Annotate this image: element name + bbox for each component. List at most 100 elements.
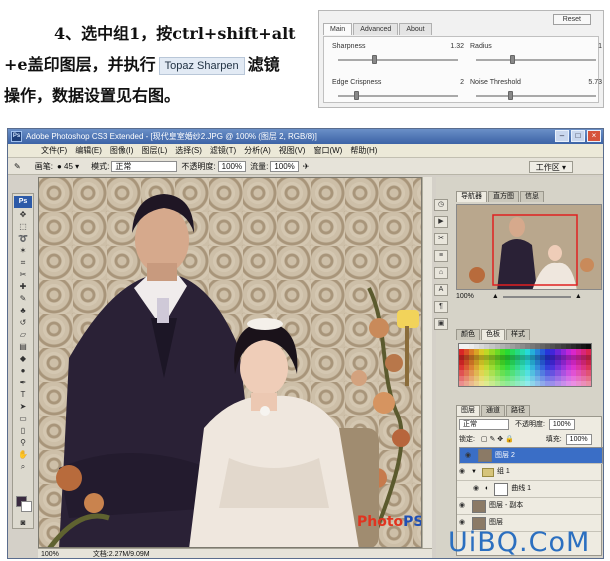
status-zoom[interactable]: 100% bbox=[41, 551, 59, 558]
brush-preset-picker[interactable]: ● 45 ▾ bbox=[57, 162, 79, 171]
tab-channels[interactable]: 通道 bbox=[481, 405, 505, 416]
swatch-cell[interactable] bbox=[585, 380, 591, 386]
move-tool-icon[interactable]: ✥ bbox=[15, 210, 31, 220]
eraser-tool-icon[interactable]: ▱ bbox=[15, 330, 31, 340]
brush-tool-icon[interactable]: ✎ bbox=[15, 294, 31, 304]
visibility-eye-icon[interactable]: ◉ bbox=[465, 448, 475, 464]
tab-histogram[interactable]: 直方图 bbox=[488, 191, 519, 202]
menu-edit[interactable]: 编辑(E) bbox=[75, 145, 102, 156]
zoom-tool-icon[interactable]: ⌕ bbox=[15, 462, 31, 472]
navigator-zoom[interactable]: 100% bbox=[456, 292, 474, 302]
shape-tool-icon[interactable]: ▭ bbox=[15, 414, 31, 424]
tab-navigator[interactable]: 导航器 bbox=[456, 191, 487, 202]
hand-tool-icon[interactable]: ✋ bbox=[15, 450, 31, 460]
navigator-footer: 100% ▲ ▲ bbox=[456, 292, 602, 302]
slider-thumb[interactable] bbox=[510, 55, 515, 64]
gradient-tool-icon[interactable]: ▤ bbox=[15, 342, 31, 352]
menu-view[interactable]: 视图(V) bbox=[279, 145, 306, 156]
actions-panel-icon[interactable]: ▶ bbox=[434, 216, 448, 228]
menu-filter[interactable]: 滤镜(T) bbox=[210, 145, 236, 156]
zoom-in-icon[interactable]: ▲ bbox=[575, 292, 582, 302]
tab-main[interactable]: Main bbox=[323, 23, 353, 35]
mode-select[interactable]: 正常 bbox=[111, 160, 178, 172]
slider-thumb[interactable] bbox=[507, 91, 513, 100]
layer-row-copy[interactable]: ◉ 图层 - 副本 bbox=[457, 498, 601, 515]
history-panel-icon[interactable]: ◷ bbox=[434, 199, 448, 211]
zoom-out-icon[interactable]: ▲ bbox=[492, 292, 499, 302]
slider-thumb[interactable] bbox=[354, 91, 359, 100]
dodge-tool-icon[interactable]: ● bbox=[15, 366, 31, 376]
menu-analysis[interactable]: 分析(A) bbox=[244, 145, 271, 156]
flow-input[interactable]: 100% bbox=[270, 160, 299, 172]
zoom-slider[interactable] bbox=[502, 296, 571, 298]
brush-size: 45 bbox=[64, 161, 73, 171]
menu-select[interactable]: 选择(S) bbox=[175, 145, 202, 156]
navigator-preview[interactable] bbox=[456, 204, 602, 290]
menu-image[interactable]: 图像(I) bbox=[110, 145, 134, 156]
slider-thumb[interactable] bbox=[372, 55, 377, 64]
healing-tool-icon[interactable]: ✚ bbox=[15, 282, 31, 292]
tools-preset-icon[interactable]: ✂ bbox=[434, 233, 448, 245]
lock-icons[interactable]: ▢ ✎ ✥ 🔒 bbox=[481, 436, 514, 443]
reset-button[interactable]: Reset bbox=[552, 14, 591, 25]
lasso-tool-icon[interactable]: ➰ bbox=[15, 234, 31, 244]
tab-color[interactable]: 颜色 bbox=[456, 329, 480, 340]
pen-tool-icon[interactable]: ✒ bbox=[15, 378, 31, 388]
slider-track[interactable] bbox=[476, 91, 596, 100]
layer-opacity-input[interactable]: 100% bbox=[548, 419, 575, 430]
visibility-eye-icon[interactable]: ◉ bbox=[459, 498, 469, 514]
close-button[interactable]: × bbox=[587, 130, 601, 142]
swatches-grid[interactable] bbox=[458, 343, 592, 387]
marquee-tool-icon[interactable]: ⬚ bbox=[15, 222, 31, 232]
menu-window[interactable]: 窗口(W) bbox=[313, 145, 342, 156]
history-brush-icon[interactable]: ↺ bbox=[15, 318, 31, 328]
eyedropper-tool-icon[interactable]: ⚲ bbox=[15, 438, 31, 448]
notes-tool-icon[interactable]: ▯ bbox=[15, 426, 31, 436]
crop-tool-icon[interactable]: ⌗ bbox=[15, 258, 31, 268]
path-select-icon[interactable]: ➤ bbox=[15, 402, 31, 412]
slider-track[interactable] bbox=[476, 55, 596, 64]
expand-triangle-icon[interactable]: ▼ bbox=[471, 464, 477, 480]
visibility-eye-icon[interactable]: ◉ bbox=[459, 464, 469, 480]
clone-source-icon[interactable]: ⌂ bbox=[434, 267, 448, 279]
character-panel-icon[interactable]: A bbox=[434, 284, 448, 296]
brushes-panel-icon[interactable]: ≡ bbox=[434, 250, 448, 262]
quick-mask-icon[interactable]: ◙ bbox=[15, 518, 31, 528]
layer-comps-icon[interactable]: ▣ bbox=[434, 318, 448, 330]
workspace-button[interactable]: 工作区 ▾ bbox=[528, 161, 573, 173]
layer-row-group1[interactable]: ◉ ▼ 组 1 bbox=[457, 464, 601, 481]
visibility-eye-icon[interactable]: ◉ bbox=[473, 481, 483, 497]
layer-row-curves1[interactable]: ◉ ◐ 曲线 1 bbox=[457, 481, 601, 498]
brush-tool-icon[interactable]: ✎ bbox=[14, 162, 21, 171]
tab-advanced[interactable]: Advanced bbox=[353, 23, 399, 35]
tab-styles[interactable]: 样式 bbox=[506, 329, 530, 340]
blend-mode-select[interactable]: 正常 bbox=[459, 419, 509, 430]
magic-wand-tool-icon[interactable]: ✶ bbox=[15, 246, 31, 256]
blur-tool-icon[interactable]: ◆ bbox=[15, 354, 31, 364]
paragraph-panel-icon[interactable]: ¶ bbox=[434, 301, 448, 313]
collapsed-panel-strip: ◷ ▶ ✂ ≡ ⌂ A ¶ ▣ bbox=[434, 199, 450, 347]
stamp-tool-icon[interactable]: ♣ bbox=[15, 306, 31, 316]
airbrush-icon[interactable]: ✈ bbox=[303, 162, 310, 171]
menu-help[interactable]: 帮助(H) bbox=[350, 145, 377, 156]
opacity-input[interactable]: 100% bbox=[217, 160, 247, 172]
document-canvas[interactable]: PhotoPS bbox=[38, 177, 422, 548]
toolbox-ps-logo: Ps bbox=[14, 196, 32, 208]
tab-layers[interactable]: 图层 bbox=[456, 405, 480, 416]
tab-about[interactable]: About bbox=[399, 23, 432, 35]
menu-layer[interactable]: 图层(L) bbox=[141, 145, 167, 156]
tab-paths[interactable]: 路径 bbox=[506, 405, 530, 416]
slider-track[interactable] bbox=[338, 55, 458, 64]
slider-track[interactable] bbox=[338, 91, 458, 100]
tab-info[interactable]: 信息 bbox=[520, 191, 544, 202]
menu-file[interactable]: 文件(F) bbox=[41, 145, 67, 156]
type-tool-icon[interactable]: T bbox=[15, 390, 31, 400]
maximize-button[interactable]: □ bbox=[571, 130, 585, 142]
background-color[interactable] bbox=[21, 501, 32, 512]
tab-swatches[interactable]: 色板 bbox=[481, 329, 505, 340]
fill-input[interactable]: 100% bbox=[565, 434, 592, 445]
minimize-button[interactable]: – bbox=[555, 130, 569, 142]
slice-tool-icon[interactable]: ✂ bbox=[15, 270, 31, 280]
layer-row-layer2[interactable]: ◉ 图层 2 bbox=[459, 447, 603, 464]
vertical-scrollbar[interactable] bbox=[422, 177, 432, 548]
